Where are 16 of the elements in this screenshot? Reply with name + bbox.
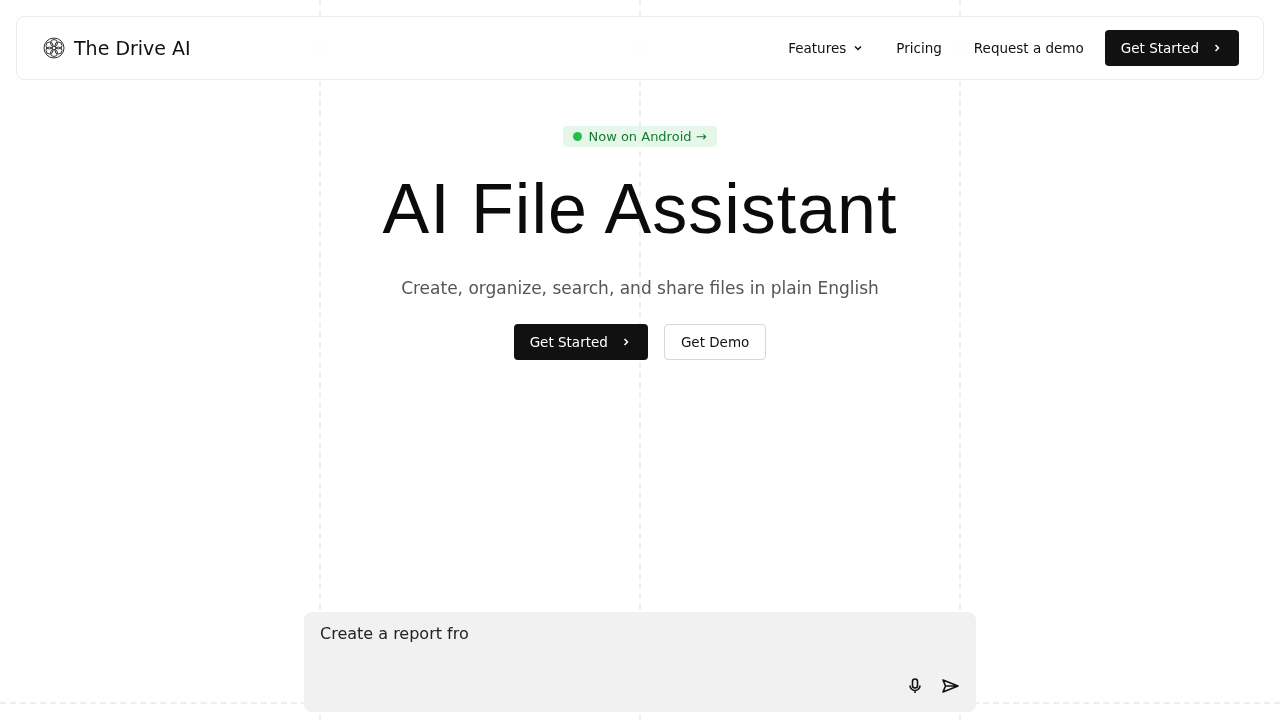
prompt-field[interactable]: Create a report fro [320,624,960,643]
nav-link[interactable]: Pricing [885,34,953,62]
nav-dropdown[interactable]: Features [777,34,876,62]
hero-title: AI File Assistant [382,171,898,248]
get-started-button[interactable]: Get Started [513,324,648,360]
brand-name: The Drive AI [74,37,191,59]
microphone-icon[interactable] [908,678,922,694]
demo-button[interactable]: Get Demo [663,324,767,360]
send-icon[interactable] [942,679,959,693]
announcement-badge[interactable]: Now on Android → [563,126,717,147]
nav-link[interactable]: Request a demo [962,34,1095,62]
get-started-button[interactable]: Get Started [1104,30,1239,66]
hero-subtitle: Create, organize, search, and share files in plain English [401,278,879,298]
status-dot-icon [573,132,583,141]
logo-icon [42,36,66,60]
badge-text: Now on Android → [588,129,707,144]
